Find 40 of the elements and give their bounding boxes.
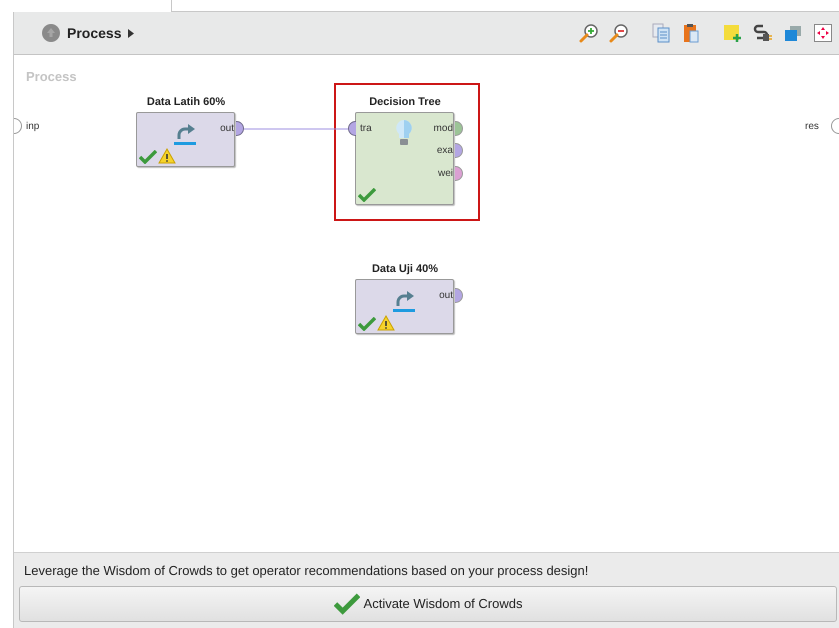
operator-box[interactable]: [355, 112, 454, 205]
recommendation-message: Leverage the Wisdom of Crowds to get operator recommendations based on your process design!: [23, 562, 590, 580]
output-port[interactable]: [236, 121, 244, 136]
output-port[interactable]: [455, 166, 463, 181]
canvas-title: Process: [26, 68, 77, 86]
check-icon: [139, 150, 157, 164]
check-icon: [358, 188, 376, 202]
layers-icon[interactable]: [783, 23, 803, 43]
check-icon: [358, 317, 376, 331]
port-label: res: [805, 120, 819, 134]
paste-icon[interactable]: [681, 23, 701, 43]
copy-icon[interactable]: [651, 23, 671, 43]
port-label: wei: [438, 167, 453, 181]
input-port[interactable]: [348, 121, 356, 136]
add-note-icon[interactable]: [723, 23, 743, 43]
port-label: out: [220, 122, 234, 136]
curved-arrow-icon: [393, 291, 417, 313]
caret-icon[interactable]: [128, 28, 134, 38]
plug-icon[interactable]: [753, 23, 773, 43]
breadcrumb-link[interactable]: Process: [67, 22, 122, 44]
fit-icon[interactable]: [813, 23, 833, 43]
port-label: mod: [434, 122, 453, 136]
port-label: inp: [26, 120, 40, 134]
output-port[interactable]: [455, 121, 463, 136]
output-port[interactable]: [455, 143, 463, 158]
zoom-in-icon[interactable]: [579, 23, 599, 43]
check-icon: [334, 593, 360, 615]
light-bulb-icon: [395, 119, 413, 147]
curved-arrow-icon: [174, 124, 198, 146]
operator-box[interactable]: [136, 112, 235, 167]
port-label: exa: [436, 144, 453, 158]
operator-title: Data Latih 60%: [146, 95, 226, 110]
operator-title: Data Uji 40%: [370, 262, 440, 277]
port-label: tra: [360, 122, 372, 136]
zoom-out-icon[interactable]: [609, 23, 629, 43]
port-label: out: [439, 289, 453, 303]
operator-box[interactable]: [355, 279, 454, 334]
activate-button[interactable]: Activate Wisdom of Crowds: [19, 586, 837, 622]
output-port[interactable]: [455, 288, 463, 303]
operator-title: Decision Tree: [368, 95, 442, 110]
